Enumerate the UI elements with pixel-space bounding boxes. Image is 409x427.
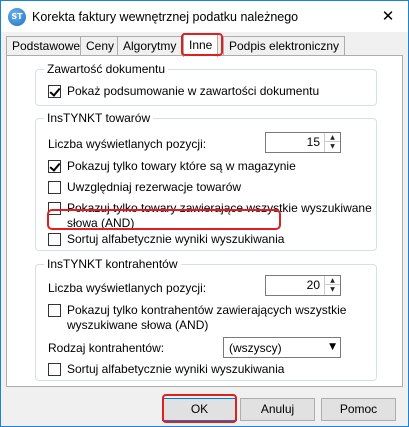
kontrahenci-sort-checkbox-row[interactable]: Sortuj alfabetycznie wyniki wyszukiwania xyxy=(48,362,284,377)
towary-count-stepper[interactable]: 15 ▲ ▼ xyxy=(265,132,341,153)
kontrahenci-all-words-checkbox[interactable] xyxy=(48,304,61,317)
spin-up-icon[interactable]: ▲ xyxy=(325,276,340,285)
kontrahenci-all-words-line1: Pokazuj tylko kontrahentów zawierających… xyxy=(67,303,347,317)
group-legend: Zawartość dokumentu xyxy=(47,62,166,76)
kontrahenci-count-label: Liczba wyświetlanych pozycji: xyxy=(48,281,207,295)
show-summary-label: Pokaż podsumowanie w zawartości dokument… xyxy=(67,84,320,98)
group-legend: InsTYNKT kontrahentów xyxy=(47,257,178,271)
towary-count-label: Liczba wyświetlanych pozycji: xyxy=(48,137,207,151)
reservations-checkbox-row[interactable]: Uwzględniaj rezerwacje towarów xyxy=(48,180,241,195)
tab-podstawowe[interactable]: Podstawowe xyxy=(6,36,87,56)
stepper-buttons: ▲ ▼ xyxy=(324,133,340,152)
dialog-window: ST Korekta faktury wewnętrznej podatku n… xyxy=(0,0,409,427)
only-in-stock-checkbox-row[interactable]: Pokazuj tylko towary które są w magazyni… xyxy=(48,159,296,174)
towary-count-value[interactable]: 15 xyxy=(307,135,320,149)
spin-down-icon[interactable]: ▼ xyxy=(325,142,340,151)
only-in-stock-checkbox[interactable] xyxy=(48,160,61,173)
group-legend: InsTYNKT towarów xyxy=(47,111,151,125)
cancel-button[interactable]: Anuluj xyxy=(240,398,315,421)
spin-up-icon[interactable]: ▲ xyxy=(325,133,340,142)
towary-sort-checkbox[interactable] xyxy=(48,233,61,246)
towary-sort-checkbox-row[interactable]: Sortuj alfabetycznie wyniki wyszukiwania xyxy=(48,232,284,247)
kontrahenci-count-value[interactable]: 20 xyxy=(307,278,320,292)
kontrahenci-type-value: (wszyscy) xyxy=(229,341,282,355)
show-summary-checkbox[interactable] xyxy=(48,85,61,98)
kontrahenci-all-words-label: Pokazuj tylko kontrahentów zawierających… xyxy=(67,303,346,333)
tab-panel-inne: Zawartość dokumentu Pokaż podsumowanie w… xyxy=(6,55,403,387)
help-button[interactable]: Pomoc xyxy=(321,398,396,421)
kontrahenci-type-select[interactable]: (wszyscy) ▼ xyxy=(223,337,341,358)
towary-all-words-line1: Pokazuj tylko towary zawierające wszystk… xyxy=(67,201,372,215)
towary-all-words-checkbox-row[interactable]: Pokazuj tylko towary zawierające wszystk… xyxy=(48,201,372,231)
only-in-stock-label: Pokazuj tylko towary które są w magazyni… xyxy=(67,159,296,173)
towary-sort-label: Sortuj alfabetycznie wyniki wyszukiwania xyxy=(67,232,285,246)
window-title: Korekta faktury wewnętrznej podatku nale… xyxy=(32,10,299,24)
towary-all-words-label: Pokazuj tylko towary zawierające wszystk… xyxy=(67,201,372,231)
towary-all-words-line2: słowa (AND) xyxy=(67,216,135,230)
ok-button[interactable]: OK xyxy=(162,398,237,421)
kontrahenci-sort-checkbox[interactable] xyxy=(48,363,61,376)
title-bar[interactable]: ST Korekta faktury wewnętrznej podatku n… xyxy=(1,1,408,32)
kontrahenci-count-stepper[interactable]: 20 ▲ ▼ xyxy=(265,275,341,296)
reservations-checkbox[interactable] xyxy=(48,181,61,194)
tab-inne[interactable]: Inne xyxy=(183,33,219,57)
kontrahenci-sort-label: Sortuj alfabetycznie wyniki wyszukiwania xyxy=(67,362,285,376)
kontrahenci-all-words-line2: wyszukiwane słowa (AND) xyxy=(67,318,209,332)
towary-all-words-checkbox[interactable] xyxy=(48,202,61,215)
chevron-down-icon[interactable]: ▼ xyxy=(329,340,336,355)
close-icon[interactable]: ✕ xyxy=(374,3,402,29)
reservations-label: Uwzględniaj rezerwacje towarów xyxy=(67,180,242,194)
tab-podpis-elektroniczny[interactable]: Podpis elektroniczny xyxy=(223,36,346,56)
tab-ceny[interactable]: Ceny xyxy=(80,36,121,56)
show-summary-checkbox-row[interactable]: Pokaż podsumowanie w zawartości dokument… xyxy=(48,84,319,99)
spin-down-icon[interactable]: ▼ xyxy=(325,285,340,294)
tab-algorytmy[interactable]: Algorytmy xyxy=(117,36,183,56)
kontrahenci-type-label: Rodzaj kontrahentów: xyxy=(48,341,165,355)
stepper-buttons: ▲ ▼ xyxy=(324,276,340,295)
app-logo-icon: ST xyxy=(8,8,26,26)
kontrahenci-all-words-checkbox-row[interactable]: Pokazuj tylko kontrahentów zawierających… xyxy=(48,303,346,333)
